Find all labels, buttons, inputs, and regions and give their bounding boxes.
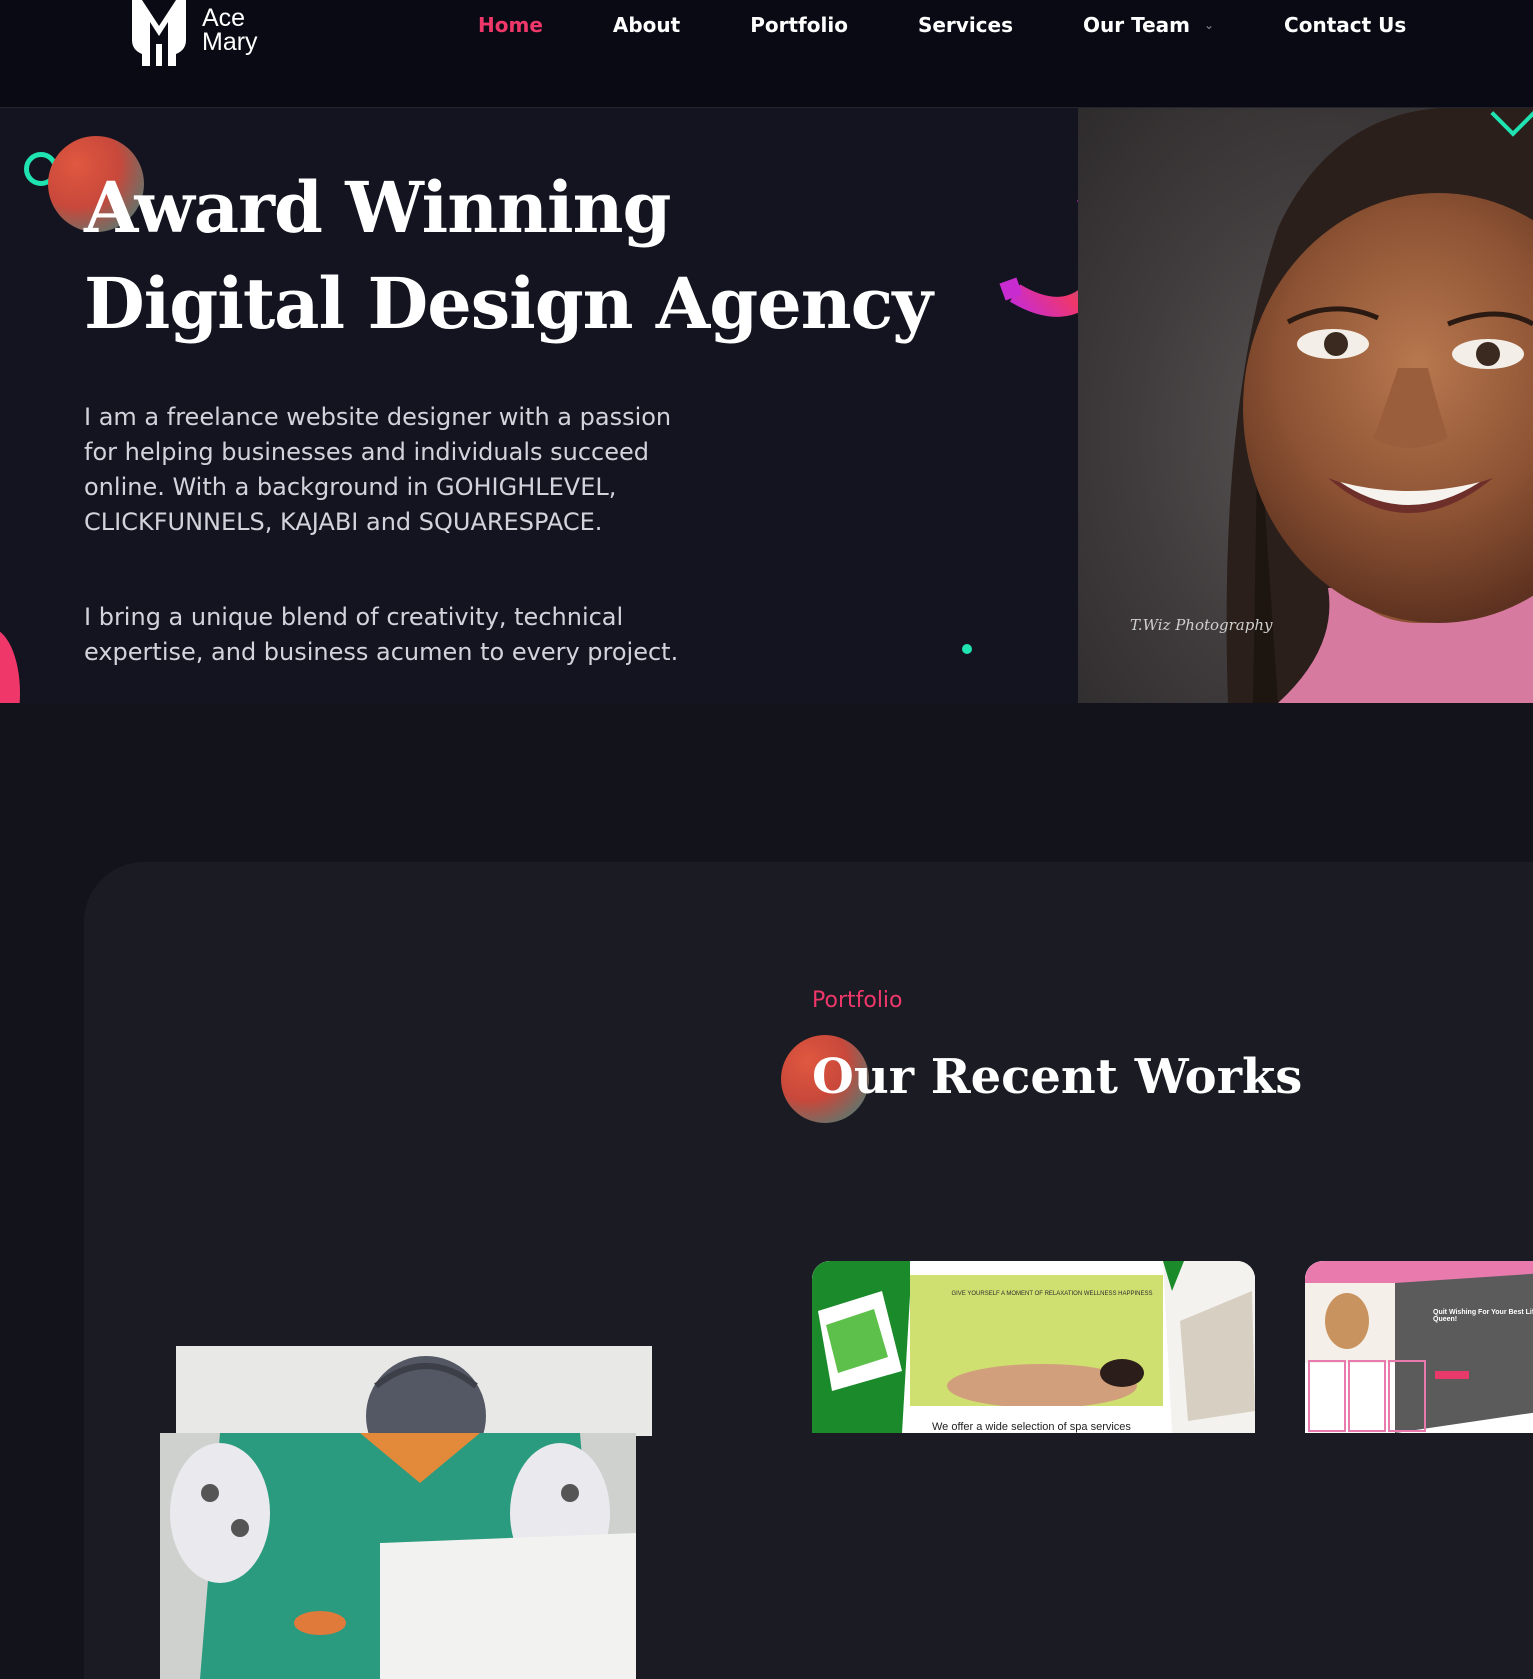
hero-title: Award Winning Digital Design Agency: [84, 160, 944, 352]
nav-item-portfolio[interactable]: Portfolio: [750, 10, 848, 40]
spa-preview-heading: GIVE YOURSELF A MOMENT OF RELAXATION WEL…: [951, 1291, 1153, 1297]
pink-circle-decoration: [0, 628, 20, 703]
portfolio-thumbnail-coaching[interactable]: Quit Wishing For Your Best Life Queen!: [1305, 1261, 1533, 1433]
nav-item-portfolio-label: Portfolio: [750, 13, 848, 37]
spa-website-preview: [812, 1261, 1255, 1433]
hero-title-line1: Award Winning: [84, 166, 671, 249]
designer-photo-front: [160, 1433, 636, 1679]
photographer-signature: T.Wiz Photography: [1130, 616, 1273, 634]
brand-logo[interactable]: Ace Mary: [126, 0, 258, 66]
coaching-preview-heading: Quit Wishing For Your Best Life Queen!: [1433, 1309, 1533, 1323]
nav-item-services[interactable]: Services: [918, 10, 1013, 40]
spa-preview-caption: We offer a wide selection of spa service…: [932, 1421, 1131, 1433]
hero-portrait-image: T.Wiz Photography: [1078, 108, 1533, 703]
hero-section: Award Winning Digital Design Agency I am…: [0, 108, 1533, 703]
portrait-illustration: [1226, 108, 1533, 703]
teal-dot-decoration: [962, 644, 972, 654]
nav-item-services-label: Services: [917, 13, 1014, 37]
nav-item-contact-us[interactable]: Contact Us: [1284, 10, 1406, 40]
hero-intro-paragraph: I am a freelance website designer with a…: [84, 403, 672, 536]
hero-title-line2: Digital Design Agency: [84, 262, 933, 345]
brand-name-line1: Ace: [202, 4, 246, 32]
coaching-website-preview: [1305, 1261, 1533, 1433]
portfolio-thumbnail-spa[interactable]: GIVE YOURSELF A MOMENT OF RELAXATION WEL…: [812, 1261, 1255, 1433]
designer-photo-back: [176, 1346, 652, 1436]
nav-item-home-label: Home: [478, 13, 543, 37]
portfolio-eyebrow: Portfolio: [812, 988, 903, 1013]
portfolio-title: Our Recent Works: [812, 1049, 1303, 1105]
designer-at-laptop-illustration: [160, 1433, 636, 1679]
nav-item-our-team-label: Our Team: [1083, 13, 1190, 37]
nav-item-home[interactable]: Home: [478, 10, 543, 40]
top-navigation: Ace Mary Home About Portfolio Services O…: [0, 0, 1533, 108]
chevron-down-icon[interactable]: ⌄: [1204, 10, 1214, 40]
nav-item-about-label: About: [612, 13, 681, 37]
nav-item-contact-us-label: Contact Us: [1284, 13, 1407, 37]
nav-item-about[interactable]: About: [613, 10, 680, 40]
brand-name-line2: Mary: [202, 28, 258, 56]
hero-secondary-paragraph: I bring a unique blend of creativity, te…: [84, 603, 679, 666]
designer-head-illustration: [176, 1346, 652, 1436]
brand-name: Ace Mary: [202, 6, 258, 66]
ace-mary-logo-icon: [132, 0, 186, 66]
nav-item-our-team[interactable]: Our Team ⌄: [1083, 10, 1214, 40]
nav-menu: Home About Portfolio Services Our Team ⌄ …: [478, 10, 1476, 40]
